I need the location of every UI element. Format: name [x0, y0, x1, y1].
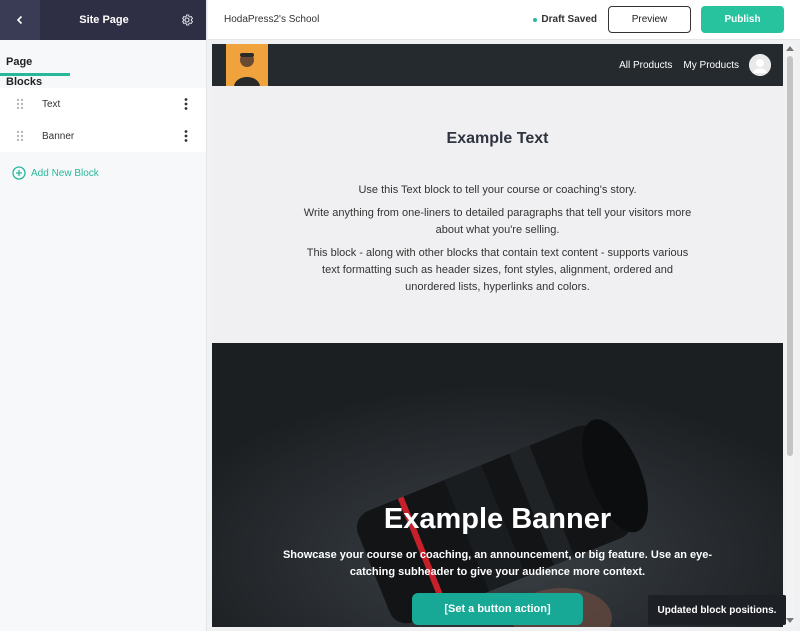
camera-lens-image [212, 343, 783, 627]
banner-action-button[interactable]: [Set a button action] [412, 593, 583, 625]
add-new-block-label: Add New Block [31, 167, 99, 179]
block-label: Banner [42, 130, 75, 142]
user-avatar-icon[interactable] [749, 54, 771, 76]
school-name: HodaPress2's School [224, 14, 320, 25]
site-navbar: All Products My Products [212, 44, 783, 86]
plus-circle-icon [12, 166, 26, 180]
chevron-left-icon [16, 15, 23, 25]
add-new-block-button[interactable]: Add New Block [12, 166, 206, 180]
text-block-paragraph: This block - along with other blocks tha… [306, 247, 689, 293]
preview-scrollbar[interactable] [785, 44, 795, 627]
publish-button[interactable]: Publish [701, 6, 784, 33]
banner-subtitle: Showcase your course or coaching, an ann… [282, 549, 713, 578]
gear-icon [182, 14, 194, 26]
page-preview: All Products My Products Example Text Us… [212, 44, 783, 627]
text-block[interactable]: Example Text Use this Text block to tell… [212, 86, 783, 343]
status-dot-icon [533, 17, 538, 22]
sidebar-tabs: Page Blocks [0, 40, 206, 88]
banner-title: Example Banner [383, 503, 612, 535]
settings-button[interactable] [168, 0, 206, 40]
banner-block[interactable]: Example Banner Showcase your course or c… [212, 343, 783, 627]
text-block-paragraph: Use this Text block to tell your course … [358, 184, 637, 196]
top-bar: HodaPress2's School Draft Saved Preview … [208, 0, 800, 40]
more-options-icon[interactable] [166, 98, 206, 110]
toast-notification: Updated block positions. [648, 595, 786, 625]
sidebar-header: Site Page [0, 0, 206, 40]
save-status: Draft Saved [533, 14, 597, 25]
nav-link-my-products[interactable]: My Products [683, 60, 739, 71]
more-options-icon[interactable] [166, 130, 206, 142]
drag-handle-icon[interactable] [0, 130, 40, 142]
site-nav-links: All Products My Products [608, 54, 771, 76]
sidebar-title: Site Page [79, 14, 129, 26]
nav-link-all-products[interactable]: All Products [619, 60, 672, 71]
preview-button[interactable]: Preview [608, 6, 691, 33]
scroll-up-arrow-icon[interactable] [786, 46, 794, 51]
block-list: Text Banner [0, 88, 206, 152]
tab-page-blocks[interactable]: Page Blocks [0, 52, 70, 88]
scroll-down-arrow-icon[interactable] [786, 618, 794, 623]
block-item-text[interactable]: Text [0, 88, 206, 120]
block-item-banner[interactable]: Banner [0, 120, 206, 152]
text-block-title: Example Text [446, 130, 549, 147]
school-logo[interactable] [226, 44, 268, 86]
drag-handle-icon[interactable] [0, 98, 40, 110]
block-label: Text [42, 98, 61, 110]
save-status-label: Draft Saved [541, 14, 597, 25]
back-button[interactable] [0, 0, 40, 40]
text-block-paragraph: Write anything from one-liners to detail… [303, 207, 692, 236]
sidebar: Site Page Page Blocks Text Banner Add Ne… [0, 0, 207, 631]
scrollbar-thumb[interactable] [787, 56, 793, 456]
